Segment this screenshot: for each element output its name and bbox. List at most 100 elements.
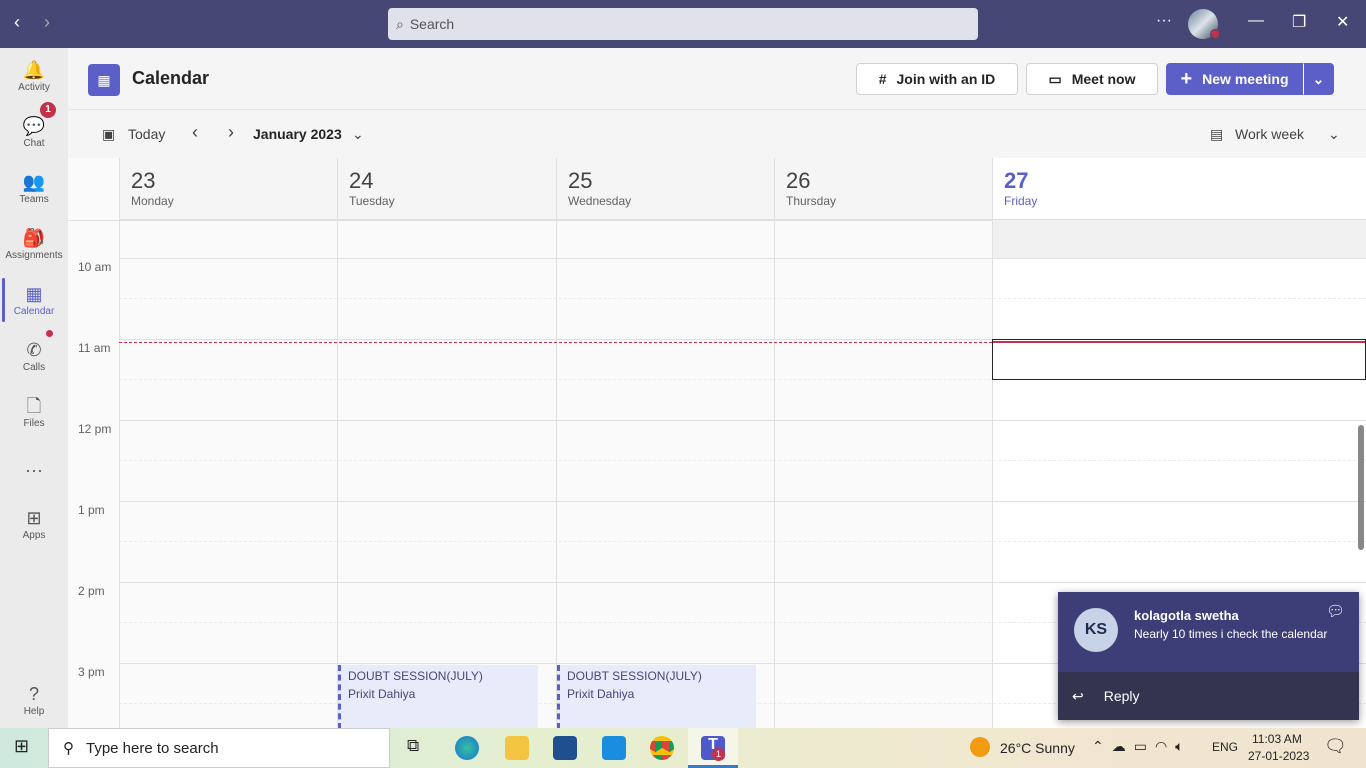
store-icon[interactable] (553, 736, 577, 760)
sender-name: kolagotla swetha (1134, 608, 1239, 623)
more-icon: ··· (25, 460, 43, 480)
chat-notification[interactable]: KS kolagotla swetha Nearly 10 times i ch… (1058, 592, 1359, 720)
previous-week-button[interactable]: ‹ (192, 122, 198, 143)
day-name: Wednesday (568, 194, 632, 208)
hour-line (119, 582, 1366, 583)
sidebar-item-chat[interactable]: 💬 Chat 1 (0, 102, 68, 149)
notification-dot (46, 330, 53, 337)
chevron-down-icon: ⌄ (1312, 70, 1325, 87)
hour-line (119, 420, 1366, 421)
today-button[interactable]: Today (128, 126, 165, 142)
notification-center-icon[interactable]: 🗨︎ (1324, 736, 1347, 757)
chrome-icon[interactable] (650, 736, 674, 760)
today-icon: ▣ (102, 126, 116, 142)
teams-taskbar-button[interactable]: T 1 (688, 728, 738, 768)
help-icon: ? (28, 684, 39, 704)
forward-icon[interactable]: › (44, 12, 50, 33)
time-label: 10 am (78, 260, 112, 274)
day-number: 26 (786, 168, 811, 193)
selected-time-slot[interactable] (992, 339, 1366, 380)
sidebar-item-label: Help (23, 706, 45, 717)
new-meeting-button[interactable]: + New meeting (1166, 63, 1303, 95)
bell-icon: 🔔 (22, 60, 46, 80)
day-header[interactable]: 23 Monday (120, 158, 337, 220)
more-options-button[interactable]: ··· (1156, 12, 1172, 30)
status-dot (1210, 29, 1220, 39)
reply-button[interactable]: ↩ Reply (1058, 672, 1359, 720)
join-with-id-button[interactable]: # Join with an ID (856, 63, 1018, 95)
time-label: 3 pm (78, 665, 105, 679)
view-selector[interactable]: Work week (1235, 126, 1304, 142)
time-label: 1 pm (78, 503, 105, 517)
sidebar-item-help[interactable]: ? Help (0, 682, 68, 717)
windows-start-icon[interactable]: ⊞ (14, 736, 29, 757)
event-organizer: Prixit Dahiya (567, 687, 635, 701)
plus-icon: + (1180, 67, 1193, 90)
taskbar-search[interactable]: ⚲ Type here to search (48, 728, 390, 768)
month-picker[interactable]: January 2023 (253, 126, 342, 142)
chat-icon: 💬 (22, 116, 46, 136)
day-column[interactable] (992, 158, 993, 728)
sidebar-item-apps[interactable]: ⊞ Apps (0, 506, 68, 541)
hour-line (119, 501, 1366, 502)
day-header[interactable]: 25 Wednesday (557, 158, 774, 220)
file-icon: 🗋 (26, 396, 42, 416)
task-view-icon[interactable]: ⧉ (407, 736, 419, 756)
calendar-toolbar: ▣ Today ‹ › January 2023 ⌄ ▤ Work week ⌄ (68, 110, 1366, 158)
day-header[interactable]: 24 Tuesday (338, 158, 556, 220)
day-column[interactable] (119, 158, 120, 728)
search-icon: ⚲ (63, 740, 74, 757)
next-week-button[interactable]: › (228, 122, 234, 143)
half-hour-line (119, 298, 1366, 299)
sidebar-item-assignments[interactable]: 🎒 Assignments (0, 226, 68, 261)
clock-time[interactable]: 11:03 AM (1252, 732, 1302, 746)
weather-text[interactable]: 26°C Sunny (1000, 740, 1075, 756)
sidebar-item-files[interactable]: 🗋 Files (0, 394, 68, 429)
day-header[interactable]: 26 Thursday (775, 158, 992, 220)
file-explorer-icon[interactable] (505, 736, 529, 760)
chat-icon[interactable]: 💬︎ (1326, 602, 1345, 620)
search-icon: ⌕ (396, 15, 404, 32)
sidebar-item-calendar[interactable]: ▦ Calendar (0, 278, 68, 322)
view-icon: ▤ (1210, 126, 1224, 142)
reply-icon: ↩ (1072, 687, 1084, 704)
edge-icon[interactable] (455, 736, 479, 760)
clock-date[interactable]: 27-01-2023 (1248, 749, 1309, 763)
language-indicator[interactable]: ENG (1212, 740, 1238, 754)
day-header[interactable]: 27 Friday (993, 158, 1366, 220)
calendar-icon: ▦ (88, 64, 120, 96)
sidebar-item-calls[interactable]: ✆ Calls (0, 330, 68, 373)
app-bar: 🔔 Activity 💬 Chat 1 👥 Teams 🎒 Assignments ▦ Calend… (0, 48, 68, 728)
sidebar-item-teams[interactable]: 👥 Teams (0, 170, 68, 205)
sidebar-item-more[interactable]: ··· (0, 458, 68, 482)
meet-now-button[interactable]: ▭ Meet now (1026, 63, 1158, 95)
day-column[interactable] (337, 158, 338, 728)
half-hour-line (119, 541, 1366, 542)
system-tray-icons[interactable]: ⌃☁▭◠🔈︎ (1092, 738, 1192, 755)
minimize-icon[interactable]: — (1248, 12, 1264, 30)
chevron-down-icon[interactable]: ⌄ (1328, 126, 1340, 143)
search-input[interactable]: ⌕ Search (388, 8, 978, 40)
day-column[interactable] (774, 158, 775, 728)
new-meeting-dropdown[interactable]: ⌄ (1303, 63, 1334, 95)
video-icon: ▭ (1048, 70, 1062, 87)
current-time-line (119, 342, 992, 343)
calendar-icon: ▦ (25, 284, 43, 304)
back-icon[interactable]: ‹ (14, 12, 20, 33)
sidebar-item-activity[interactable]: 🔔 Activity (0, 58, 68, 93)
mail-icon[interactable] (602, 736, 626, 760)
maximize-icon[interactable]: ❐ (1292, 12, 1306, 32)
weather-icon[interactable] (970, 737, 990, 757)
day-column[interactable] (556, 158, 557, 728)
notification-badge: 1 (40, 102, 56, 118)
close-icon[interactable]: ✕ (1336, 12, 1349, 32)
chevron-down-icon[interactable]: ⌄ (352, 126, 364, 143)
hour-line (119, 258, 1366, 259)
avatar: KS (1074, 608, 1118, 652)
scrollbar[interactable] (1358, 425, 1364, 550)
day-number: 27 (1004, 168, 1029, 193)
calendar-event[interactable]: DOUBT SESSION(JULY) Prixit Dahiya (338, 665, 538, 728)
calendar-event[interactable]: DOUBT SESSION(JULY) Prixit Dahiya (557, 665, 756, 728)
half-hour-line (119, 460, 1366, 461)
calendar-header: ▦ Calendar # Join with an ID ▭ Meet now + N… (68, 48, 1366, 110)
